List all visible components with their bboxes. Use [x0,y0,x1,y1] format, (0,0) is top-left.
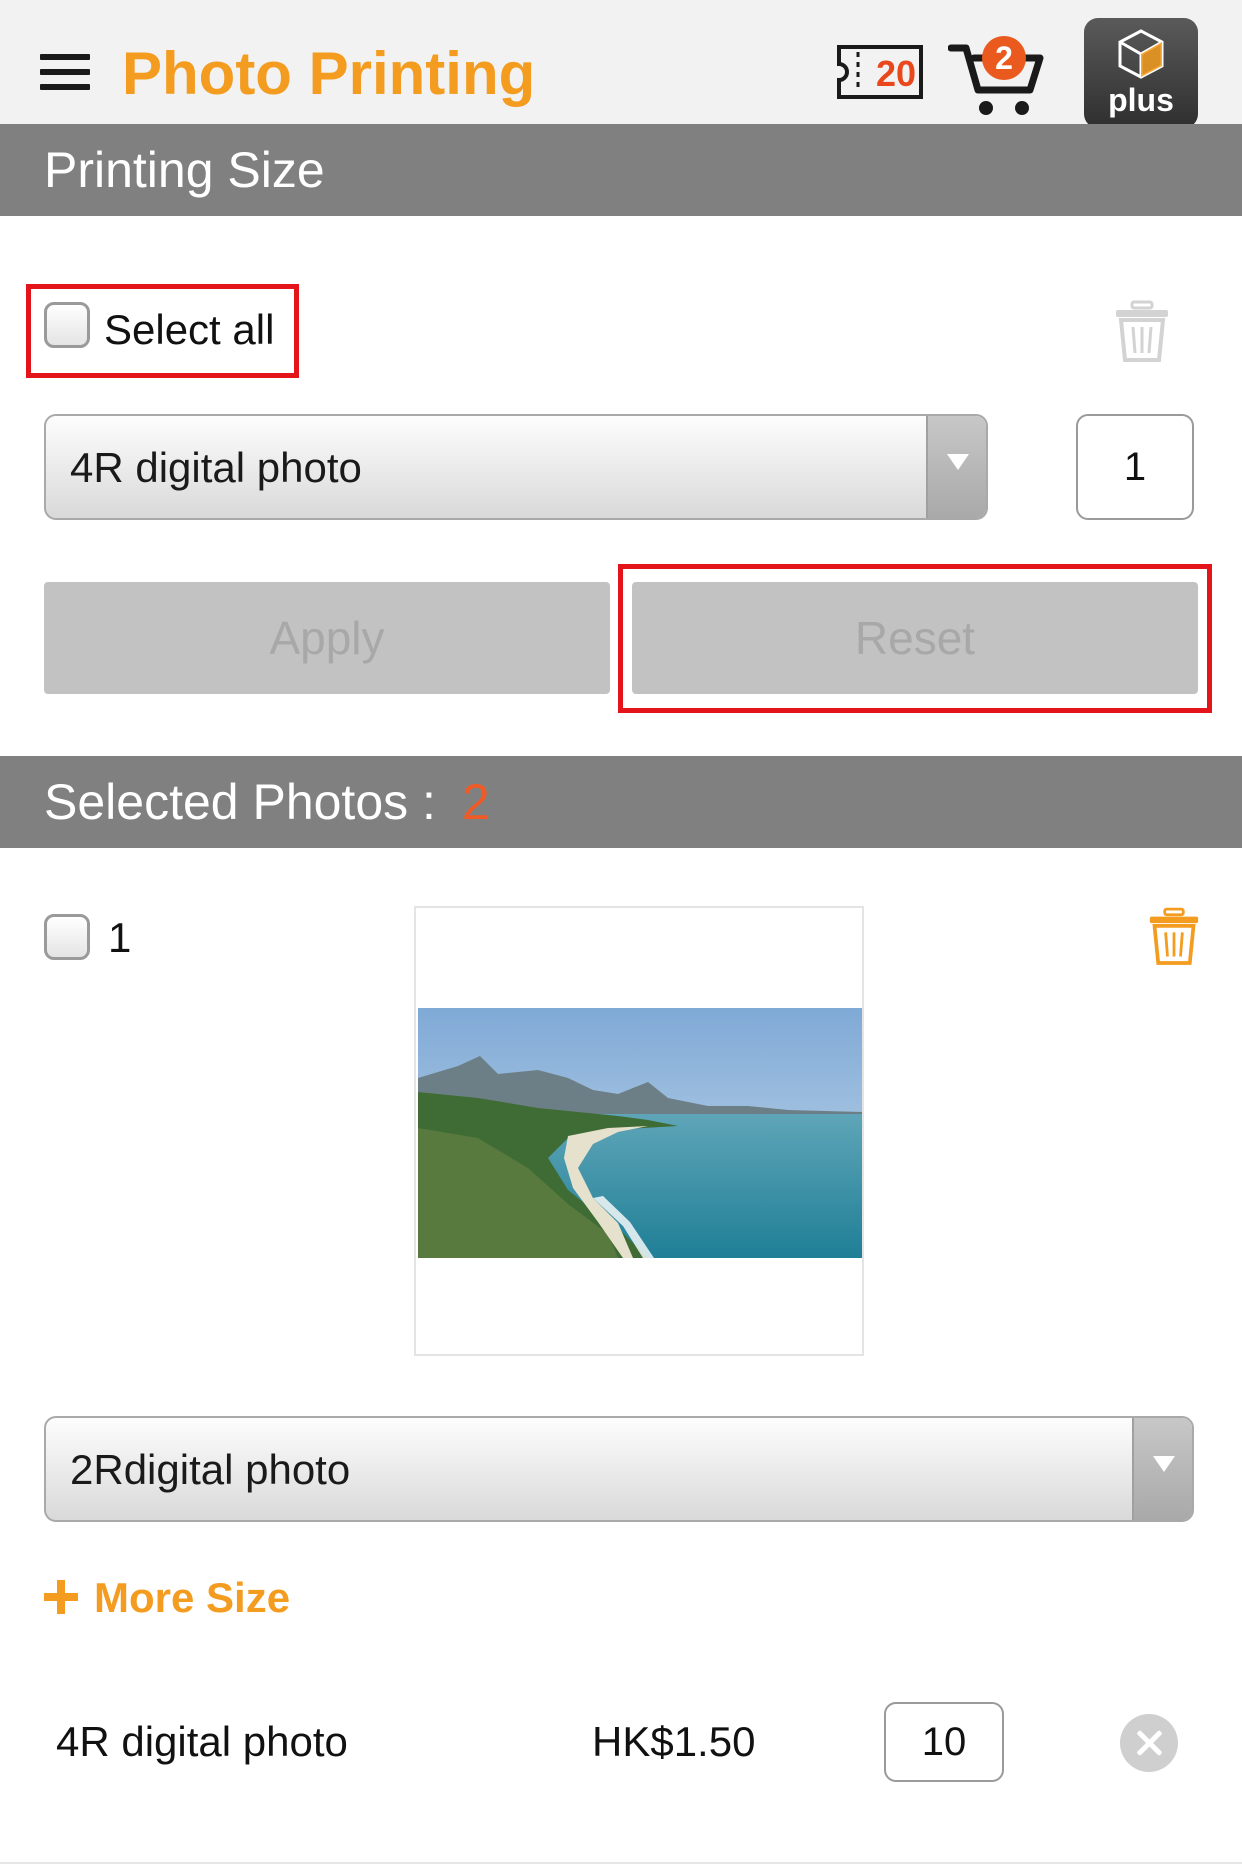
apply-button[interactable]: Apply [44,582,610,694]
size-row-name: 4R digital photo [56,1718,348,1765]
select-all-checkbox[interactable] [44,302,90,348]
divider [0,1862,1242,1864]
photo-size-select[interactable]: 2Rdigital photo [44,1416,1194,1522]
chevron-down-icon [1132,1418,1192,1520]
selected-photos-title: Selected Photos : 2 [44,770,490,834]
landscape-photo [418,1008,862,1258]
printing-size-select-value: 4R digital photo [70,444,362,491]
selected-photos-count: 2 [461,774,490,830]
photo-trash-icon[interactable] [1148,906,1200,968]
more-size-label: More Size [94,1574,291,1621]
photo-checkbox[interactable] [44,914,90,960]
plus-icon [44,1580,78,1614]
printing-size-header: Printing Size [0,124,1242,216]
plus-logo-icon [1118,29,1164,79]
photo-number: 1 [108,914,132,961]
printing-size-title: Printing Size [44,142,325,198]
trash-icon[interactable] [1114,300,1170,364]
printing-quantity-input[interactable]: 1 [1076,414,1194,520]
reset-highlight [618,564,1212,713]
printing-size-select[interactable]: 4R digital photo [44,414,988,520]
coupon-count: 20 [875,53,917,94]
cart-badge: 2 [982,36,1026,80]
selected-photos-label: Selected Photos : [44,774,436,830]
chevron-down-icon [926,416,986,518]
select-all-label[interactable]: Select all [104,304,274,356]
size-row-price: HK$1.50 [592,1718,756,1765]
photo-size-select-value: 2Rdigital photo [70,1446,351,1493]
selected-photos-header: Selected Photos : 2 [0,756,1242,848]
plus-button[interactable]: plus [1084,18,1198,128]
menu-icon[interactable] [40,52,90,92]
photo-thumbnail[interactable] [414,906,864,1356]
plus-label: plus [1108,82,1174,118]
page-title: Photo Printing [122,40,536,107]
close-icon[interactable] [1120,1714,1178,1772]
size-row-quantity-input[interactable]: 10 [884,1702,1004,1782]
